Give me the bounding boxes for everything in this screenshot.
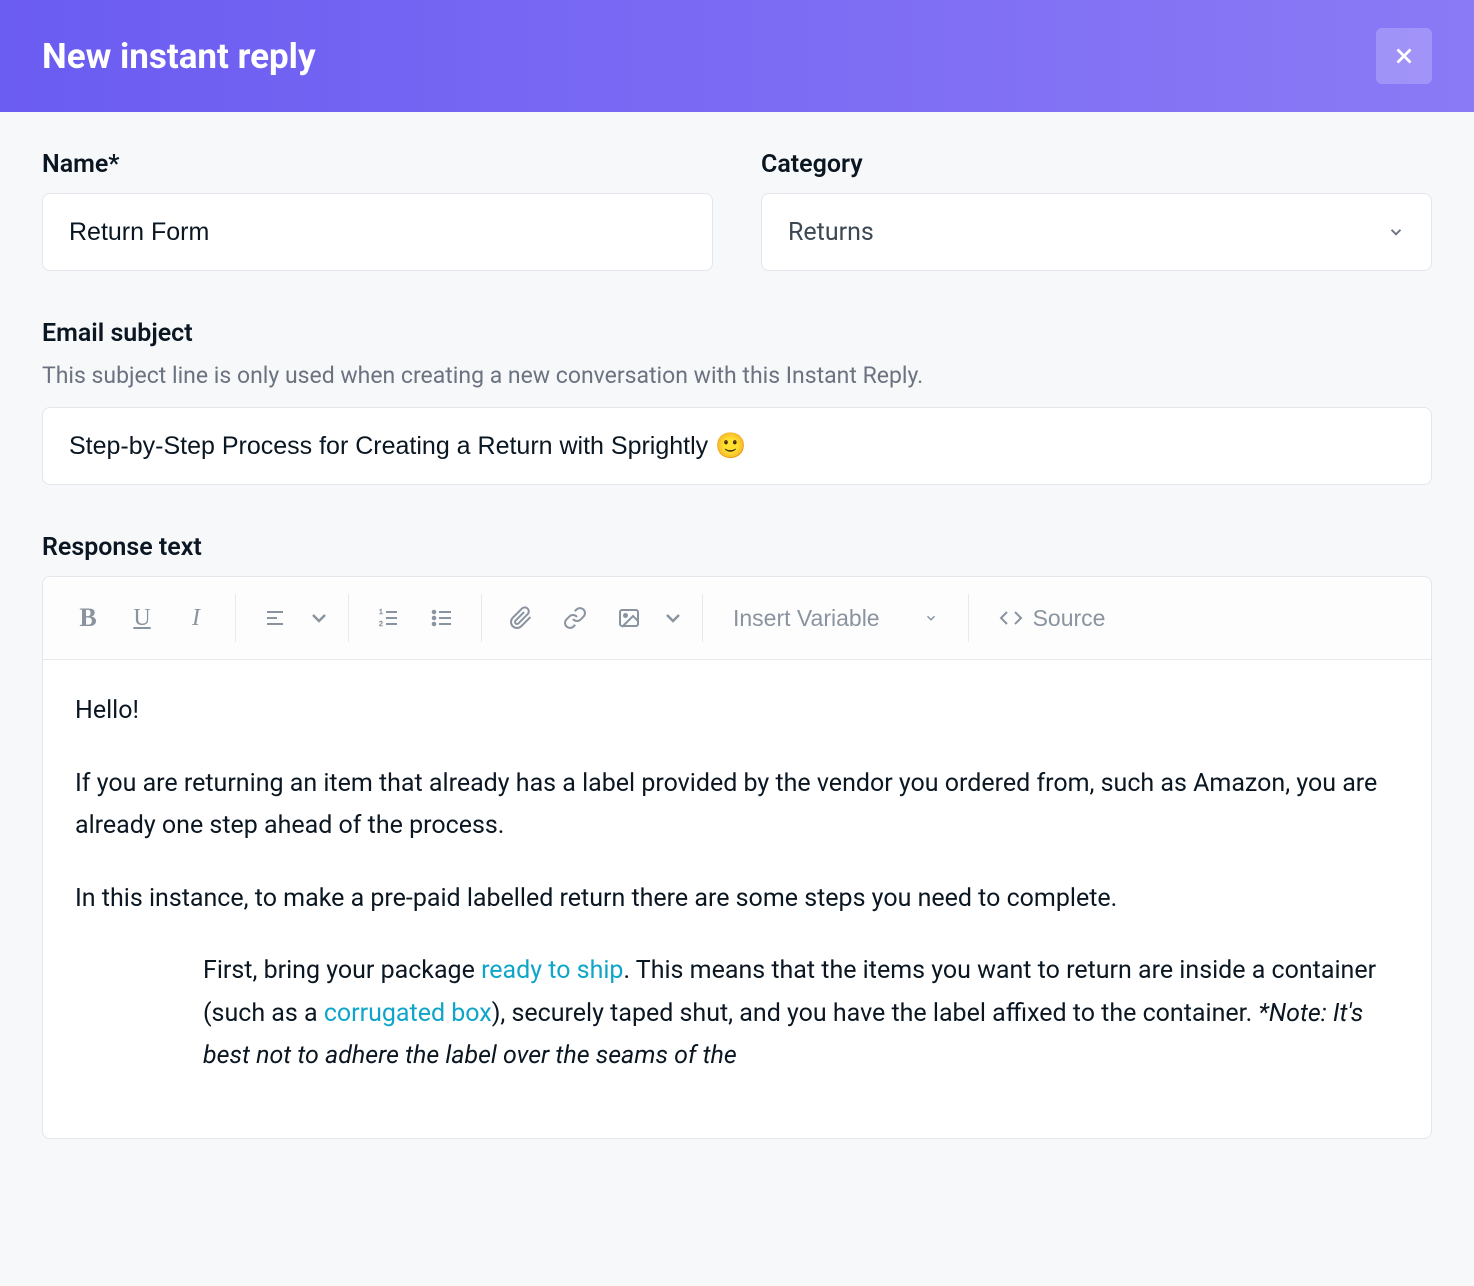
name-label: Name* — [42, 150, 713, 179]
email-subject-label: Email subject — [42, 319, 1432, 348]
modal-body: Name* Category Returns Email subject Thi… — [0, 112, 1474, 1225]
align-icon — [263, 606, 287, 630]
unordered-list-button[interactable] — [415, 591, 469, 645]
modal-header: New instant reply — [0, 0, 1474, 112]
category-label: Category — [761, 150, 1432, 179]
chevron-down-icon — [924, 611, 938, 625]
link-button[interactable] — [548, 591, 602, 645]
image-dropdown[interactable] — [656, 591, 690, 645]
response-indent-paragraph: First, bring your package ready to ship.… — [75, 950, 1399, 1078]
response-text-label: Response text — [42, 533, 1432, 562]
bold-button[interactable]: B — [61, 591, 115, 645]
align-button[interactable] — [248, 591, 302, 645]
image-icon — [617, 606, 641, 630]
image-button[interactable] — [602, 591, 656, 645]
response-paragraph: In this instance, to make a pre-paid lab… — [75, 878, 1399, 921]
editor-toolbar: B U I — [43, 577, 1431, 660]
email-subject-input[interactable] — [42, 407, 1432, 485]
align-dropdown[interactable] — [302, 591, 336, 645]
svg-text:2: 2 — [379, 621, 383, 628]
response-paragraph: If you are returning an item that alread… — [75, 763, 1399, 848]
attachment-button[interactable] — [494, 591, 548, 645]
link-icon — [563, 606, 587, 630]
ordered-list-icon: 12 — [376, 606, 400, 630]
paperclip-icon — [509, 606, 533, 630]
underline-button[interactable]: U — [115, 591, 169, 645]
close-button[interactable] — [1376, 28, 1432, 84]
source-button[interactable]: Source — [981, 591, 1124, 645]
corrugated-box-link[interactable]: corrugated box — [324, 999, 492, 1028]
source-icon — [999, 606, 1023, 630]
italic-icon: I — [192, 605, 200, 632]
insert-variable-label: Insert Variable — [733, 605, 880, 632]
insert-variable-dropdown[interactable]: Insert Variable — [715, 591, 956, 645]
ordered-list-button[interactable]: 12 — [361, 591, 415, 645]
svg-text:1: 1 — [379, 609, 383, 616]
source-label: Source — [1033, 605, 1106, 632]
chevron-down-icon — [1387, 223, 1405, 241]
underline-icon: U — [133, 605, 150, 632]
unordered-list-icon — [430, 606, 454, 630]
close-icon — [1391, 43, 1417, 69]
category-select[interactable]: Returns — [761, 193, 1432, 271]
new-instant-reply-modal: New instant reply Name* Category Returns — [0, 0, 1474, 1286]
email-subject-helper: This subject line is only used when crea… — [42, 362, 1432, 389]
category-selected-value: Returns — [788, 218, 874, 247]
name-input[interactable] — [42, 193, 713, 271]
ready-to-ship-link[interactable]: ready to ship — [481, 956, 623, 985]
editor-content[interactable]: Hello! If you are returning an item that… — [43, 660, 1431, 1138]
response-paragraph: Hello! — [75, 690, 1399, 733]
modal-title: New instant reply — [42, 36, 316, 77]
rich-text-editor: B U I — [42, 576, 1432, 1139]
chevron-down-icon — [661, 606, 685, 630]
bold-icon: B — [79, 603, 96, 633]
italic-button[interactable]: I — [169, 591, 223, 645]
chevron-down-icon — [307, 606, 331, 630]
